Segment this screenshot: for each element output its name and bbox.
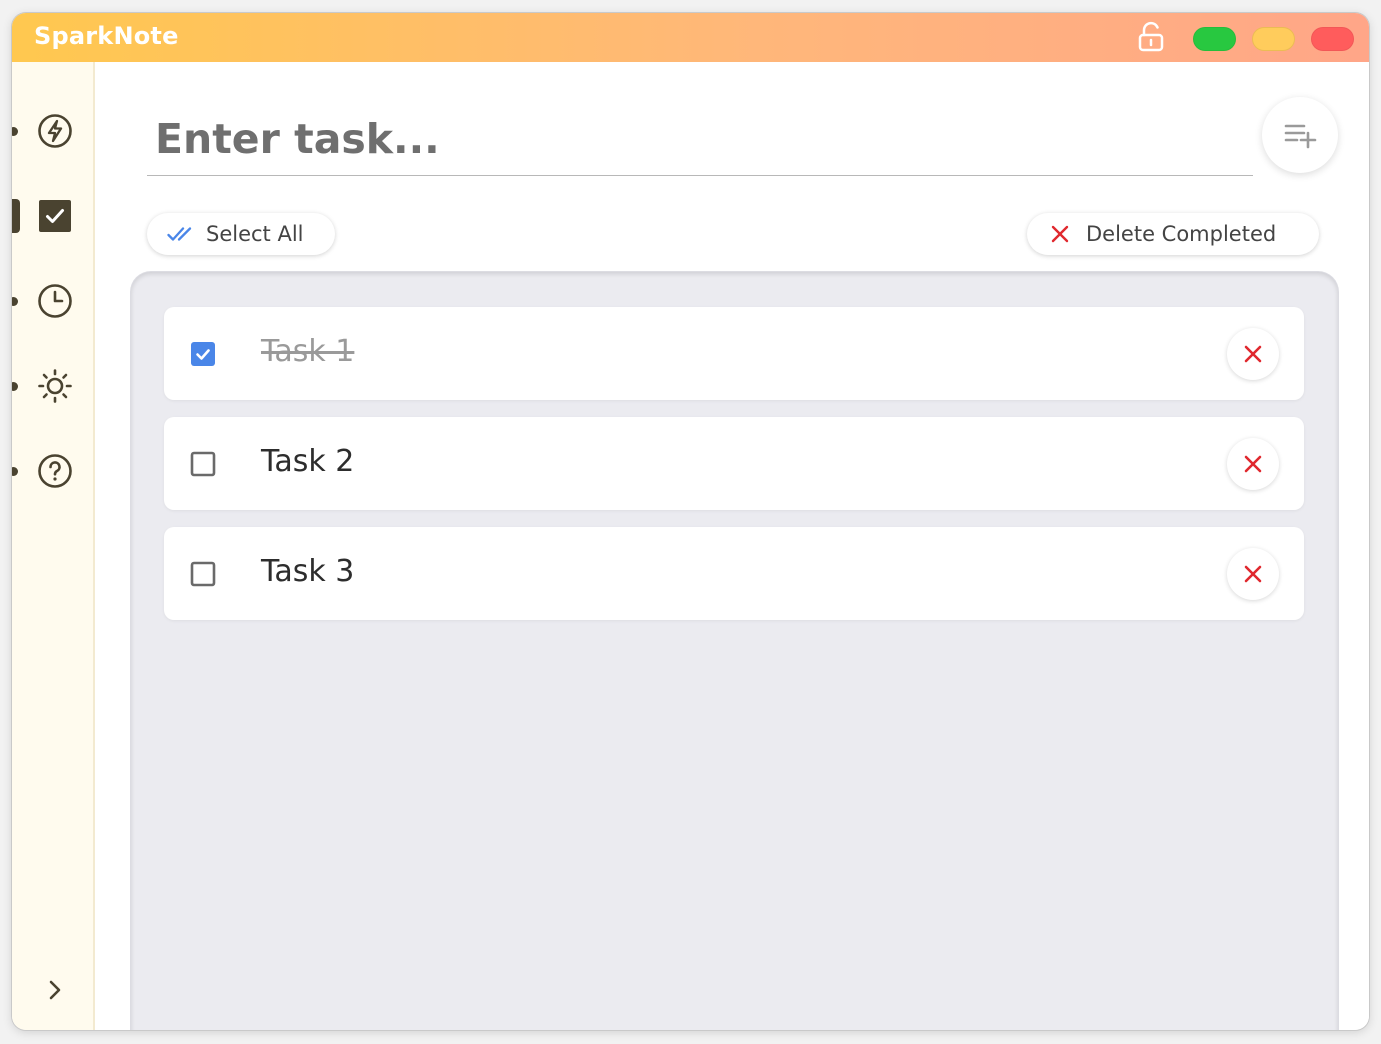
task-text[interactable]: Task 2 (261, 444, 354, 479)
double-check-icon (167, 227, 192, 241)
clock-icon (38, 284, 72, 318)
main-panel: Select All Delete Completed Task 1 (97, 62, 1369, 1030)
sidebar-item-tasks[interactable] (12, 191, 95, 241)
task-list: Task 1 Task 2 Task 3 (131, 272, 1338, 1030)
app-title: SparkNote (34, 22, 179, 50)
delete-task-button[interactable] (1227, 438, 1279, 490)
sidebar-item-help[interactable] (12, 446, 95, 496)
delete-completed-button[interactable]: Delete Completed (1027, 213, 1319, 255)
sidebar-item-quick[interactable] (12, 106, 95, 156)
lightning-icon (38, 114, 72, 148)
delete-task-button[interactable] (1227, 548, 1279, 600)
task-item: Task 3 (164, 527, 1304, 620)
select-all-label: Select All (206, 222, 304, 246)
task-input[interactable] (147, 102, 1253, 176)
close-button[interactable] (1311, 27, 1354, 51)
close-icon (1051, 225, 1069, 243)
task-text[interactable]: Task 3 (261, 554, 354, 589)
sidebar-item-theme[interactable] (12, 361, 95, 411)
maximize-button[interactable] (1193, 27, 1236, 51)
chevron-right-icon[interactable] (42, 977, 68, 1003)
sidebar-indicator-dot (12, 127, 18, 136)
add-task-button[interactable] (1262, 97, 1338, 173)
task-item: Task 1 (164, 307, 1304, 400)
unlock-icon[interactable] (1137, 21, 1165, 53)
checkbox-unchecked-icon[interactable] (190, 451, 216, 477)
sun-icon (38, 369, 72, 403)
checkbox-unchecked-icon[interactable] (190, 561, 216, 587)
close-icon (1244, 455, 1262, 473)
select-all-button[interactable]: Select All (147, 213, 335, 255)
minimize-button[interactable] (1252, 27, 1295, 51)
sidebar-active-indicator (12, 199, 20, 233)
help-icon (38, 454, 72, 488)
close-icon (1244, 345, 1262, 363)
checkbox-icon (39, 200, 71, 232)
sidebar-indicator-dot (12, 297, 18, 306)
sidebar-indicator-dot (12, 467, 18, 476)
checkbox-checked-icon[interactable] (190, 341, 216, 367)
title-bar[interactable]: SparkNote (12, 13, 1369, 62)
task-item: Task 2 (164, 417, 1304, 510)
delete-task-button[interactable] (1227, 328, 1279, 380)
playlist-add-icon (1284, 124, 1317, 149)
task-text[interactable]: Task 1 (261, 334, 354, 369)
close-icon (1244, 565, 1262, 583)
app-window: SparkNote Enter task... Select All Delet… (12, 13, 1369, 1030)
sidebar (12, 62, 95, 1030)
delete-completed-label: Delete Completed (1086, 222, 1277, 246)
sidebar-indicator-dot (12, 382, 18, 391)
sidebar-item-history[interactable] (12, 276, 95, 326)
